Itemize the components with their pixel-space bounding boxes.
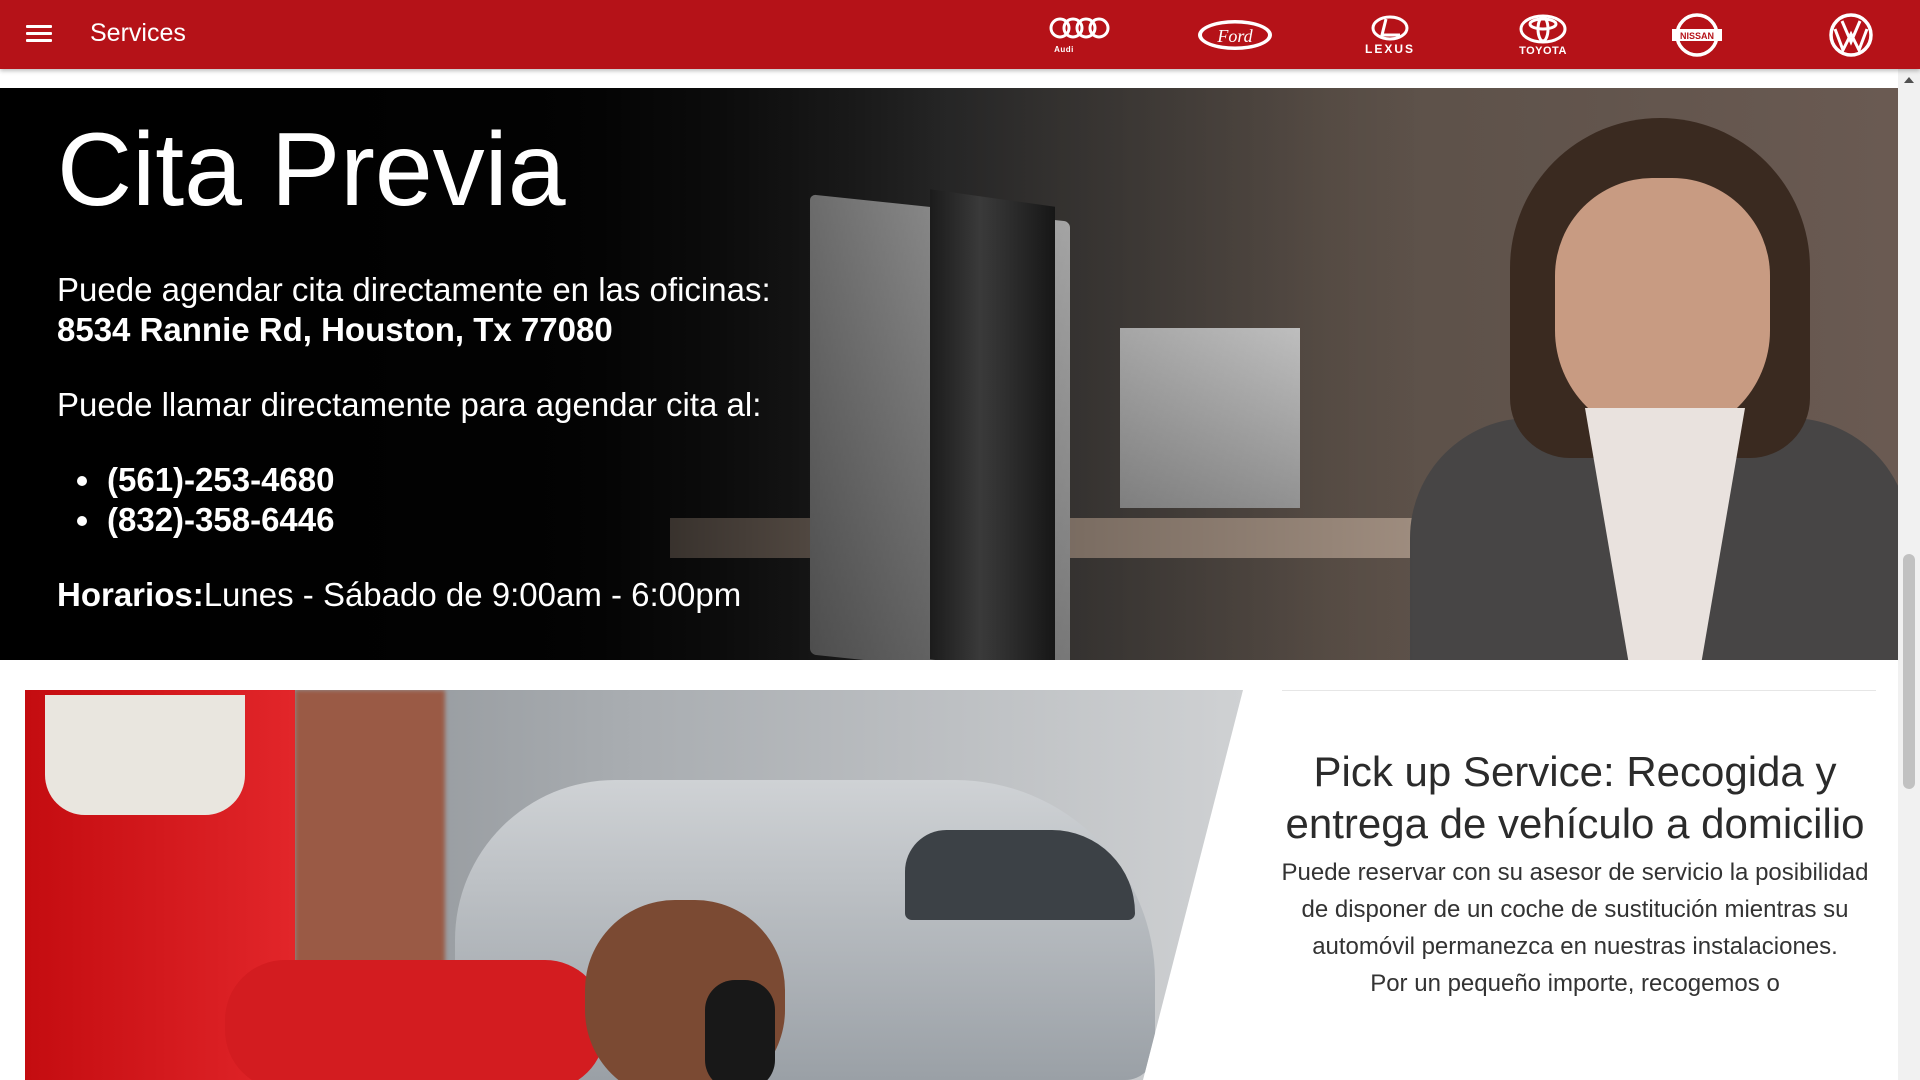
ford-logo-icon[interactable]: Ford: [1185, 6, 1285, 64]
volkswagen-logo-icon[interactable]: [1801, 6, 1901, 64]
phone-number[interactable]: (832)-358-6446: [77, 500, 771, 540]
business-hours: Horarios:Lunes - Sábado de 9:00am - 6:00…: [57, 575, 771, 615]
lexus-caption: LEXUS: [1364, 41, 1415, 56]
pickup-description-continued: Por un pequeño importe, recogemos o: [1370, 970, 1780, 997]
hours-value: Lunes - Sábado de 9:00am - 6:00pm: [203, 576, 742, 613]
audi-logo-icon[interactable]: Audi: [1030, 6, 1130, 64]
nissan-logo-icon[interactable]: NISSAN: [1647, 6, 1747, 64]
pickup-service-image: [25, 690, 1243, 1080]
page-scrollbar[interactable]: [1898, 69, 1920, 1080]
hero-title: Cita Previa: [57, 112, 566, 228]
car-key-icon: [705, 980, 775, 1080]
page-title: Services: [90, 19, 186, 47]
office-text: Puede agendar cita directamente en las o…: [57, 271, 771, 308]
scrollbar-thumb[interactable]: [1903, 554, 1915, 789]
toyota-logo-icon[interactable]: TOYOTA: [1493, 6, 1593, 64]
scroll-up-arrow-icon[interactable]: [1904, 77, 1914, 83]
office-address: 8534 Rannie Rd, Houston, Tx 77080: [57, 311, 613, 348]
nissan-wordmark: NISSAN: [1680, 31, 1714, 41]
audi-caption: Audi: [1054, 45, 1074, 54]
toyota-caption: TOYOTA: [1519, 44, 1567, 57]
appointment-hero: Cita Previa Puede agendar cita directame…: [0, 88, 1898, 660]
call-text: Puede llamar directamente para agendar c…: [57, 386, 762, 423]
phone-list: (561)-253-4680 (832)-358-6446: [57, 460, 771, 540]
pickup-service-text: Pick up Service: Recogida y entrega de v…: [1280, 690, 1870, 1002]
top-app-bar: Services Audi Ford LEXUS TOYOTA NISSAN: [0, 0, 1920, 69]
hamburger-menu-icon[interactable]: [26, 22, 54, 46]
phone-number[interactable]: (561)-253-4680: [77, 460, 771, 500]
hours-label: Horarios:: [57, 576, 204, 613]
ford-wordmark: Ford: [1216, 26, 1253, 46]
lexus-logo-icon[interactable]: LEXUS: [1340, 6, 1440, 64]
brand-logos: Audi Ford LEXUS TOYOTA NISSAN: [1030, 6, 1910, 64]
pickup-description: Puede reservar con su asesor de servicio…: [1281, 859, 1869, 960]
pickup-title: Pick up Service: Recogida y entrega de v…: [1285, 748, 1865, 847]
hero-content: Cita Previa Puede agendar cita directame…: [57, 118, 771, 615]
